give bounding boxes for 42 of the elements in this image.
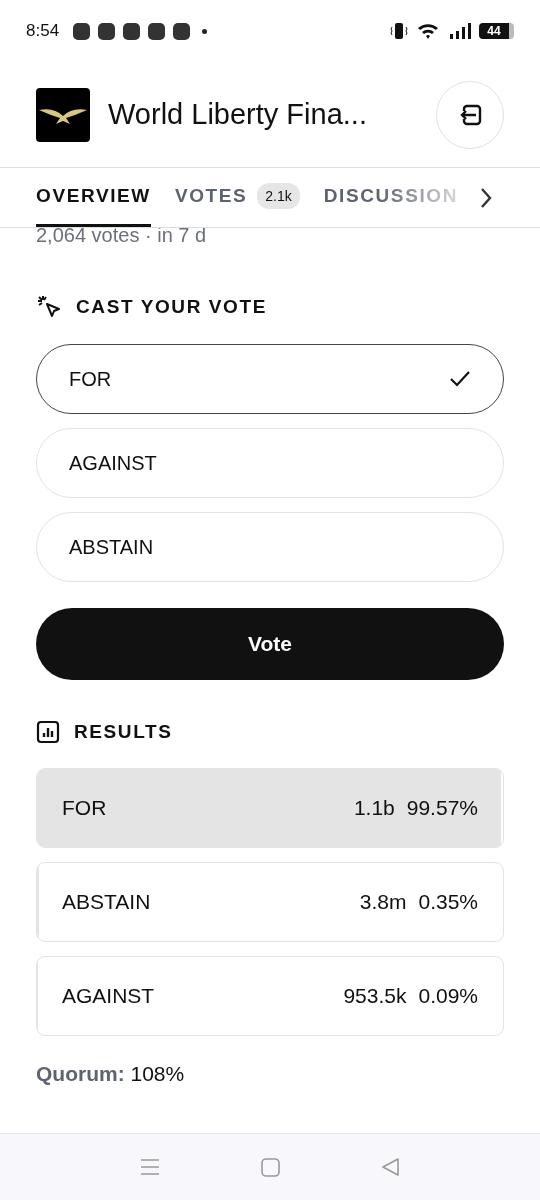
result-amount: 1.1b	[353, 796, 395, 820]
battery-icon: 44	[479, 23, 514, 39]
proposal-title: World Liberty Fina...	[108, 98, 368, 131]
cursor-click-icon	[36, 294, 62, 320]
vote-option[interactable]: ABSTAIN	[36, 512, 504, 582]
vote-option[interactable]: AGAINST	[36, 428, 504, 498]
result-amount: 3.8m	[359, 890, 407, 914]
result-percent: 0.35%	[418, 890, 478, 914]
result-label: FOR	[62, 796, 108, 820]
eagle-logo-icon	[36, 87, 90, 142]
result-percent: 99.57%	[406, 796, 478, 820]
home-icon[interactable]	[261, 1157, 280, 1177]
tab[interactable]: DISCUSSION	[323, 168, 458, 227]
chat-app-icon	[98, 22, 116, 40]
vibrate-icon	[389, 22, 409, 40]
count-badge: 2.1k	[257, 183, 300, 209]
result-percent: 0.09%	[418, 984, 478, 1008]
chat-app-icon	[173, 22, 191, 40]
chevron-right-icon	[479, 186, 493, 210]
quorum-label: Quorum:	[36, 1062, 125, 1085]
vote-option[interactable]: FOR	[36, 344, 504, 414]
section-heading: CAST YOUR VOTE	[76, 296, 267, 318]
chat-app-icon	[148, 22, 166, 40]
vote-button[interactable]: Vote	[36, 608, 504, 680]
menu-icon[interactable]	[140, 1158, 161, 1176]
status-time: 8:54	[26, 21, 60, 41]
chat-app-icon	[73, 22, 91, 40]
result-label: ABSTAIN	[62, 890, 152, 914]
bar-chart-icon	[36, 720, 60, 744]
check-icon	[449, 370, 471, 388]
tab[interactable]: OVERVIEW	[36, 168, 151, 227]
result-label: AGAINST	[62, 984, 156, 1008]
signal-icon	[449, 22, 471, 40]
result-amount: 953.5k	[343, 984, 407, 1008]
notification-dot-icon	[202, 28, 208, 34]
tab[interactable]: VOTES 2.1k	[174, 168, 300, 227]
section-heading: RESULTS	[74, 721, 173, 743]
back-icon[interactable]	[380, 1157, 400, 1177]
vote-summary: 2,064 votes · in 7 d	[36, 228, 208, 246]
quorum-value: 108%	[130, 1062, 185, 1085]
chat-app-icon	[123, 22, 141, 40]
wifi-icon	[417, 22, 441, 40]
